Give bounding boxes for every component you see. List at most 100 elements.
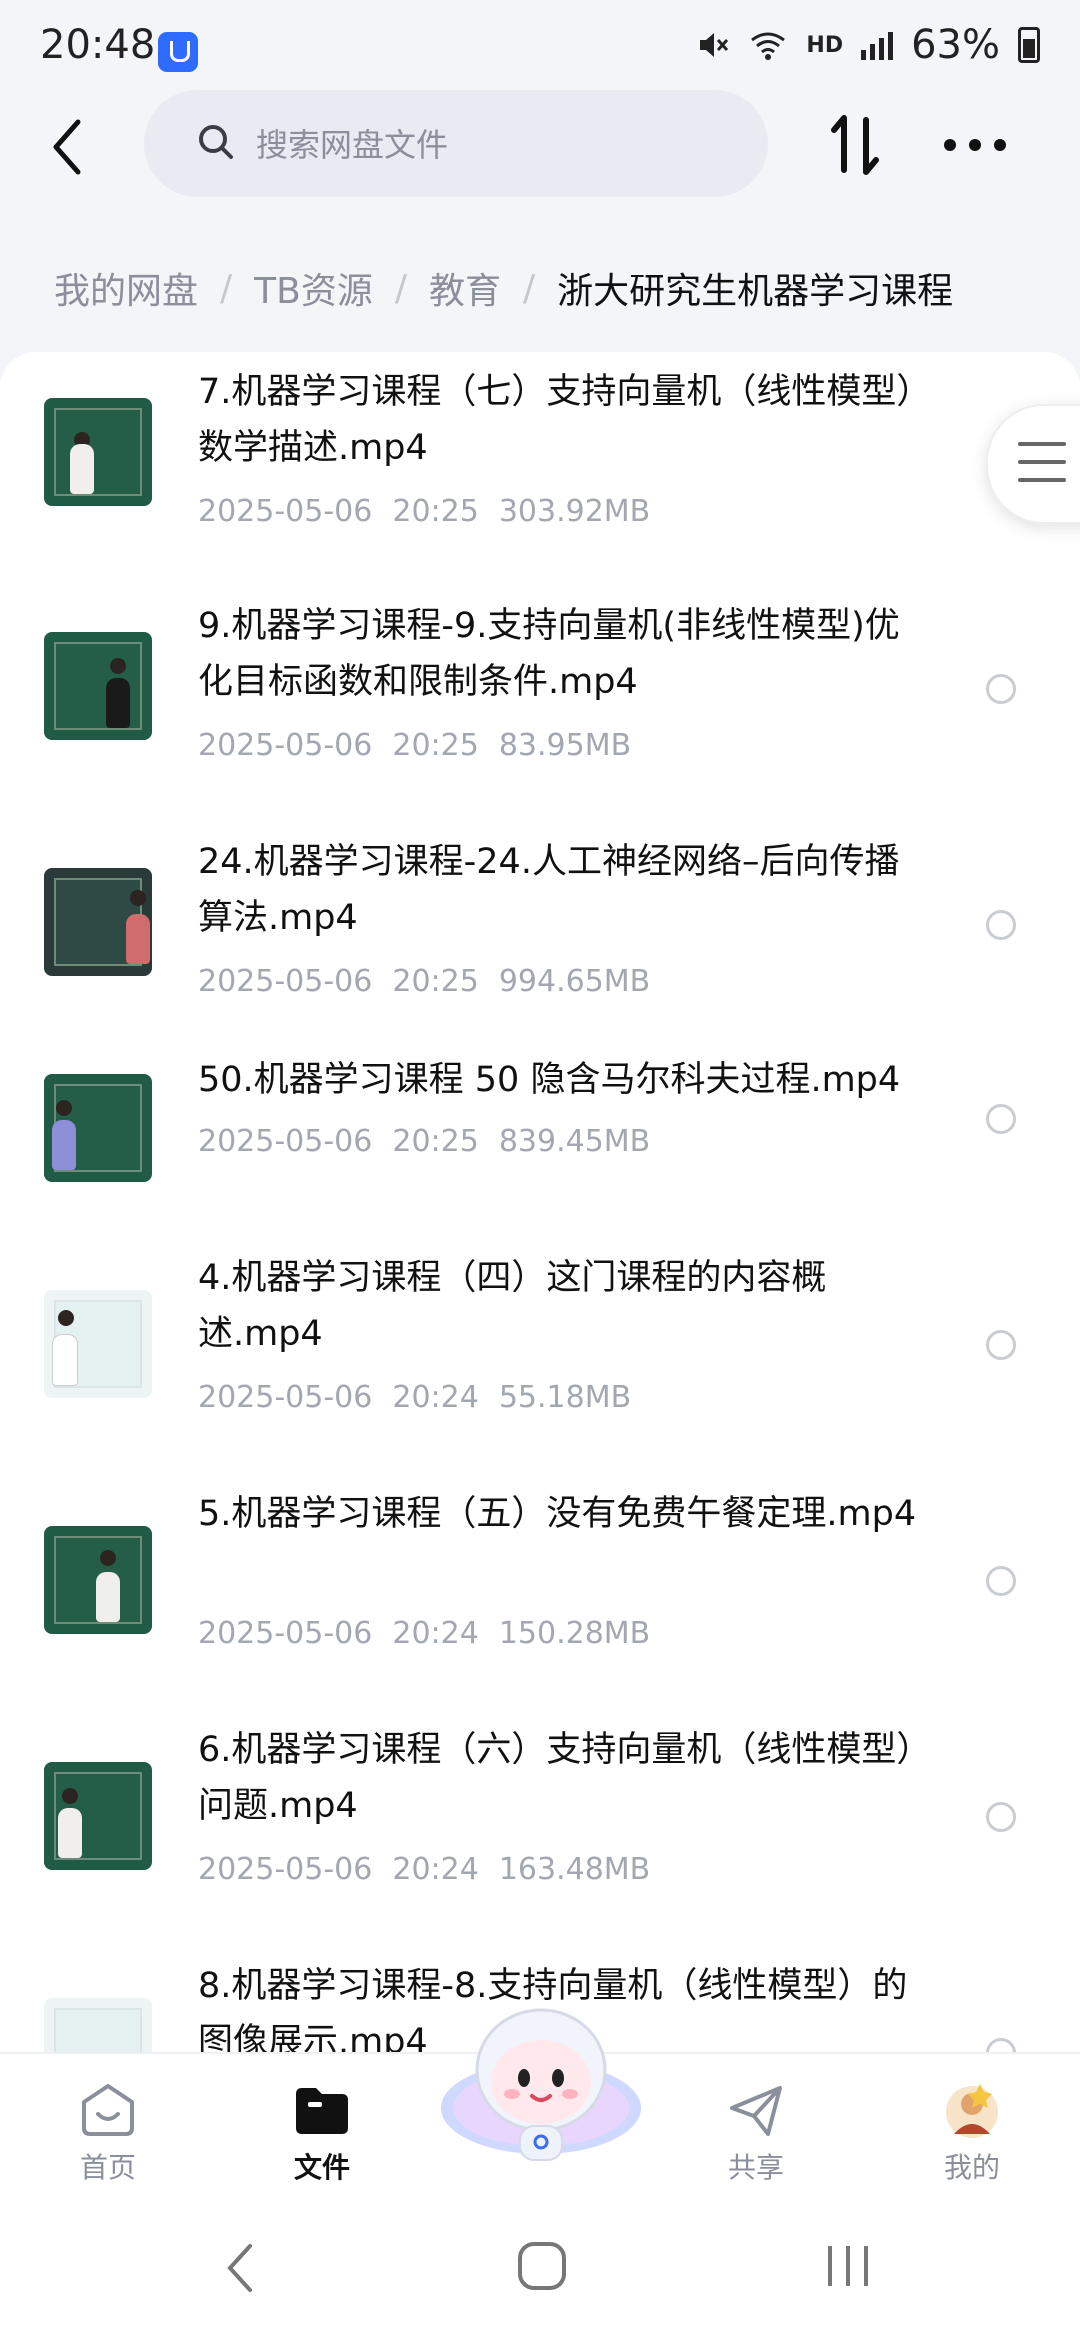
home-icon	[82, 2084, 134, 2136]
battery-percent: 63%	[911, 22, 1000, 68]
video-thumbnail	[44, 868, 152, 976]
breadcrumb-item[interactable]: 我的网盘	[54, 262, 198, 314]
select-radio[interactable]	[986, 1330, 1016, 1360]
file-time: 20:24	[392, 1380, 479, 1415]
file-size: 994.65MB	[498, 964, 651, 999]
file-time: 20:25	[392, 494, 479, 529]
file-row[interactable]: 6.机器学习课程（六）支持向量机（线性模型）问题.mp4 2025-05-06 2…	[0, 1716, 1080, 1952]
file-size: 303.92MB	[498, 494, 651, 529]
file-name: 6.机器学习课程（六）支持向量机（线性模型）问题.mp4	[198, 1730, 914, 1826]
file-meta: 2025-05-06 20:25 839.45MB	[198, 1124, 670, 1159]
file-meta: 2025-05-06 20:25 83.95MB	[198, 728, 651, 763]
file-date: 2025-05-06	[198, 494, 373, 529]
file-row[interactable]: 4.机器学习课程（四）这门课程的内容概述.mp4 2025-05-06 20:24…	[0, 1244, 1080, 1480]
app-notification-icon	[158, 32, 198, 72]
tab-files[interactable]: 文件	[252, 2054, 392, 2194]
file-list: 7.机器学习课程（七）支持向量机（线性模型）数学描述.mp4 2025-05-0…	[0, 352, 1080, 2052]
file-size: 83.95MB	[498, 728, 632, 763]
file-meta: 2025-05-06 20:24 163.48MB	[198, 1852, 670, 1887]
tab-label: 首页	[79, 2151, 136, 2184]
file-time: 20:25	[392, 1124, 479, 1159]
tab-label: 我的	[943, 2151, 1000, 2184]
file-size: 150.28MB	[498, 1616, 651, 1651]
share-icon	[730, 2086, 782, 2136]
search-placeholder: 搜索网盘文件	[256, 126, 449, 164]
wifi-icon	[751, 32, 786, 60]
system-navigation-bar	[0, 2200, 1080, 2340]
tab-share[interactable]: 共享	[686, 2054, 826, 2194]
status-bar: 20:48 HD 63%	[0, 0, 1080, 100]
select-radio[interactable]	[986, 674, 1016, 704]
signal-icon	[861, 30, 894, 60]
file-meta: 2025-05-06 20:25 303.92MB	[198, 494, 670, 529]
file-name: 9.机器学习课程-9.支持向量机(非线性模型)优化目标函数和限制条件.mp4	[198, 606, 900, 702]
file-time: 20:25	[392, 728, 479, 763]
select-radio[interactable]	[986, 910, 1016, 940]
sort-button[interactable]	[820, 110, 890, 180]
video-thumbnail	[44, 1762, 152, 1870]
battery-icon	[1018, 27, 1040, 63]
file-time: 20:25	[392, 964, 479, 999]
file-date: 2025-05-06	[198, 1852, 373, 1887]
file-size: 839.45MB	[498, 1124, 651, 1159]
system-recents-icon[interactable]	[820, 2238, 876, 2294]
folder-icon	[296, 2088, 348, 2134]
breadcrumb-separator: /	[220, 267, 233, 309]
system-back-icon[interactable]	[220, 2238, 260, 2298]
top-navigation: 搜索网盘文件	[0, 90, 1080, 200]
ai-assistant-mascot-icon[interactable]	[436, 1990, 646, 2170]
video-thumbnail	[44, 1290, 152, 1398]
file-size: 55.18MB	[498, 1380, 632, 1415]
file-date: 2025-05-06	[198, 1616, 373, 1651]
tab-label: 文件	[293, 2151, 350, 2184]
network-type: HD	[806, 32, 844, 58]
file-size: 163.48MB	[498, 1852, 651, 1887]
video-thumbnail	[44, 1998, 152, 2052]
back-button[interactable]	[40, 112, 100, 182]
file-date: 2025-05-06	[198, 1124, 373, 1159]
breadcrumb: 我的网盘 / TB资源 / 教育 / 浙大研究生机器学习课程	[54, 262, 953, 314]
video-thumbnail	[44, 1074, 152, 1182]
video-thumbnail	[44, 398, 152, 506]
search-bar[interactable]: 搜索网盘文件	[144, 90, 768, 197]
file-date: 2025-05-06	[198, 1380, 373, 1415]
breadcrumb-current: 浙大研究生机器学习课程	[557, 271, 954, 312]
file-date: 2025-05-06	[198, 964, 373, 999]
tab-home[interactable]: 首页	[38, 2054, 178, 2194]
tab-profile[interactable]: 我的	[902, 2054, 1042, 2194]
system-home-icon[interactable]	[514, 2238, 570, 2294]
video-thumbnail	[44, 632, 152, 740]
file-meta: 2025-05-06 20:25 994.65MB	[198, 964, 670, 999]
more-options-button[interactable]	[940, 120, 1010, 170]
file-row[interactable]: 24.机器学习课程-24.人工神经网络–后向传播算法.mp4 2025-05-0…	[0, 818, 1080, 1054]
file-name: 4.机器学习课程（四）这门课程的内容概述.mp4	[198, 1258, 827, 1354]
status-time: 20:48	[40, 22, 156, 68]
select-radio[interactable]	[986, 1566, 1016, 1596]
file-meta: 2025-05-06 20:24 150.28MB	[198, 1616, 670, 1651]
file-name: 7.机器学习课程（七）支持向量机（线性模型）数学描述.mp4	[198, 372, 914, 468]
status-indicators: HD 63%	[696, 22, 1040, 68]
file-time: 20:24	[392, 1852, 479, 1887]
breadcrumb-separator: /	[523, 267, 536, 309]
file-meta: 2025-05-06 20:24 55.18MB	[198, 1380, 651, 1415]
video-thumbnail	[44, 1526, 152, 1634]
file-name: 24.机器学习课程-24.人工神经网络–后向传播算法.mp4	[198, 842, 900, 938]
file-time: 20:24	[392, 1616, 479, 1651]
file-row[interactable]: 7.机器学习课程（七）支持向量机（线性模型）数学描述.mp4 2025-05-0…	[0, 352, 1080, 582]
select-radio[interactable]	[986, 1802, 1016, 1832]
select-radio[interactable]	[986, 1104, 1016, 1134]
file-row[interactable]: 9.机器学习课程-9.支持向量机(非线性模型)优化目标函数和限制条件.mp4 2…	[0, 582, 1080, 818]
file-name: 5.机器学习课程（五）没有免费午餐定理.mp4	[198, 1494, 917, 1534]
tab-label: 共享	[727, 2151, 784, 2184]
breadcrumb-item[interactable]: TB资源	[254, 262, 373, 314]
file-date: 2025-05-06	[198, 728, 373, 763]
file-row[interactable]: 50.机器学习课程 50 隐含马尔科夫过程.mp4 2025-05-06 20:2…	[0, 1054, 1080, 1244]
search-icon	[199, 125, 233, 159]
breadcrumb-item[interactable]: 教育	[429, 262, 501, 314]
file-row[interactable]: 5.机器学习课程（五）没有免费午餐定理.mp4 2025-05-06 20:24 1…	[0, 1480, 1080, 1716]
mute-icon	[700, 33, 729, 57]
breadcrumb-separator: /	[394, 267, 407, 309]
file-name: 50.机器学习课程 50 隐含马尔科夫过程.mp4	[198, 1060, 901, 1100]
avatar-icon	[946, 2084, 998, 2138]
select-radio[interactable]	[986, 2038, 1016, 2052]
